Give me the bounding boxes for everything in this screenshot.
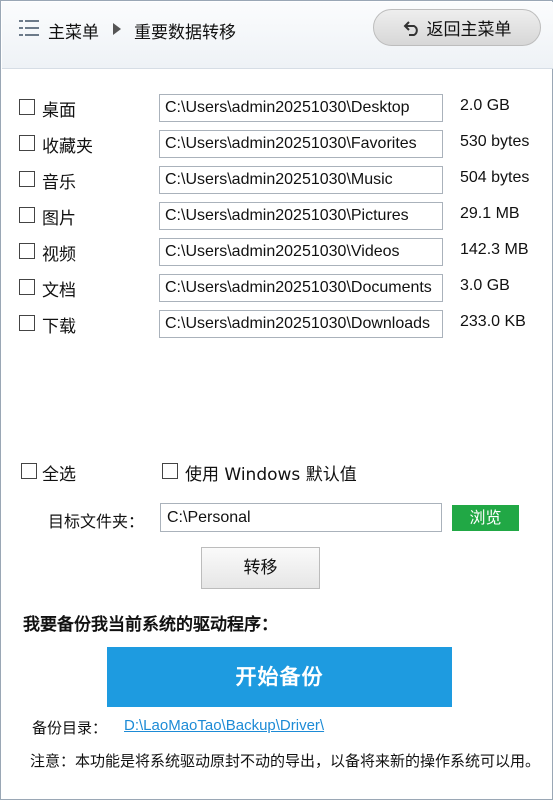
folder-row: 收藏夹 C:\Users\admin20251030\Favorites 530 b… [1,130,553,158]
folder-label[interactable]: 视频 [42,240,76,265]
driver-backup-heading: 我要备份我当前系统的驱动程序： [23,615,278,635]
list-menu-icon[interactable] [19,19,39,37]
folder-size: 233.0 KB [460,313,526,330]
undo-arrow-icon [403,20,418,36]
browse-button[interactable]: 浏览 [452,505,519,531]
page-title: 重要数据转移 [134,23,236,43]
folder-row: 音乐 C:\Users\admin20251030\Music 504 bytes [1,166,553,194]
folder-size: 142.3 MB [460,241,529,258]
folder-path-input[interactable]: C:\Users\admin20251030\Videos [159,238,443,266]
start-backup-button[interactable]: 开始备份 [107,647,452,707]
folder-checkbox[interactable] [19,171,35,187]
folder-checkbox[interactable] [19,315,35,331]
folder-size: 3.0 GB [460,277,510,294]
folder-path-input[interactable]: C:\Users\admin20251030\Music [159,166,443,194]
folder-path-input[interactable]: C:\Users\admin20251030\Desktop [159,94,443,122]
use-windows-default-label[interactable]: 使用 Windows 默认值 [185,460,357,485]
folder-label[interactable]: 收藏夹 [42,132,93,157]
folder-label[interactable]: 文档 [42,276,76,301]
folder-size: 2.0 GB [460,97,510,114]
target-folder-input[interactable]: C:\Personal [160,503,442,532]
option-row: 全选 使用 Windows 默认值 [1,458,553,485]
folder-row: 文档 C:\Users\admin20251030\Documents 3.0 GB [1,274,553,302]
notice-text: 注意：本功能是将系统驱动原封不动的导出，以备将来新的操作系统可以用。 [30,752,541,770]
folder-label[interactable]: 图片 [42,204,76,229]
backup-dir-link[interactable]: D:\LaoMaoTao\Backup\Driver\ [124,717,324,734]
folder-label[interactable]: 桌面 [42,96,76,121]
triangle-right-icon [113,23,121,35]
backup-dir-label: 备份目录： [32,719,108,737]
folder-checkbox[interactable] [19,207,35,223]
folder-path-input[interactable]: C:\Users\admin20251030\Pictures [159,202,443,230]
folder-checkbox[interactable] [19,279,35,295]
transfer-button[interactable]: 转移 [201,547,320,589]
back-button-label: 返回主菜单 [426,20,512,40]
folder-row: 桌面 C:\Users\admin20251030\Desktop 2.0 GB [1,94,553,122]
select-all-checkbox[interactable] [21,463,37,479]
app-window: 主菜单 重要数据转移 返回主菜单 桌面 C:\Users\admin2025103… [0,0,553,800]
folder-checkbox[interactable] [19,243,35,259]
folder-row: 下载 C:\Users\admin20251030\Downloads 233.0 … [1,310,553,338]
folder-path-input[interactable]: C:\Users\admin20251030\Downloads [159,310,443,338]
target-folder-label: 目标文件夹： [48,512,145,531]
breadcrumb-main-menu[interactable]: 主菜单 [48,18,99,43]
folder-row: 图片 C:\Users\admin20251030\Pictures 29.1 MB [1,202,553,230]
folder-label[interactable]: 音乐 [42,168,76,193]
folder-checkbox[interactable] [19,99,35,115]
folder-row: 视频 C:\Users\admin20251030\Videos 142.3 MB [1,238,553,266]
folder-checkbox[interactable] [19,135,35,151]
folder-path-input[interactable]: C:\Users\admin20251030\Documents [159,274,443,302]
back-to-main-menu-button[interactable]: 返回主菜单 [373,9,541,46]
use-windows-default-checkbox[interactable] [162,463,178,479]
folder-path-input[interactable]: C:\Users\admin20251030\Favorites [159,130,443,158]
header-bar: 主菜单 重要数据转移 返回主菜单 [2,2,553,69]
select-all-label[interactable]: 全选 [42,460,76,485]
folder-label[interactable]: 下载 [42,312,76,337]
folder-size: 504 bytes [460,169,530,186]
folder-size: 530 bytes [460,133,530,150]
folder-size: 29.1 MB [460,205,520,222]
